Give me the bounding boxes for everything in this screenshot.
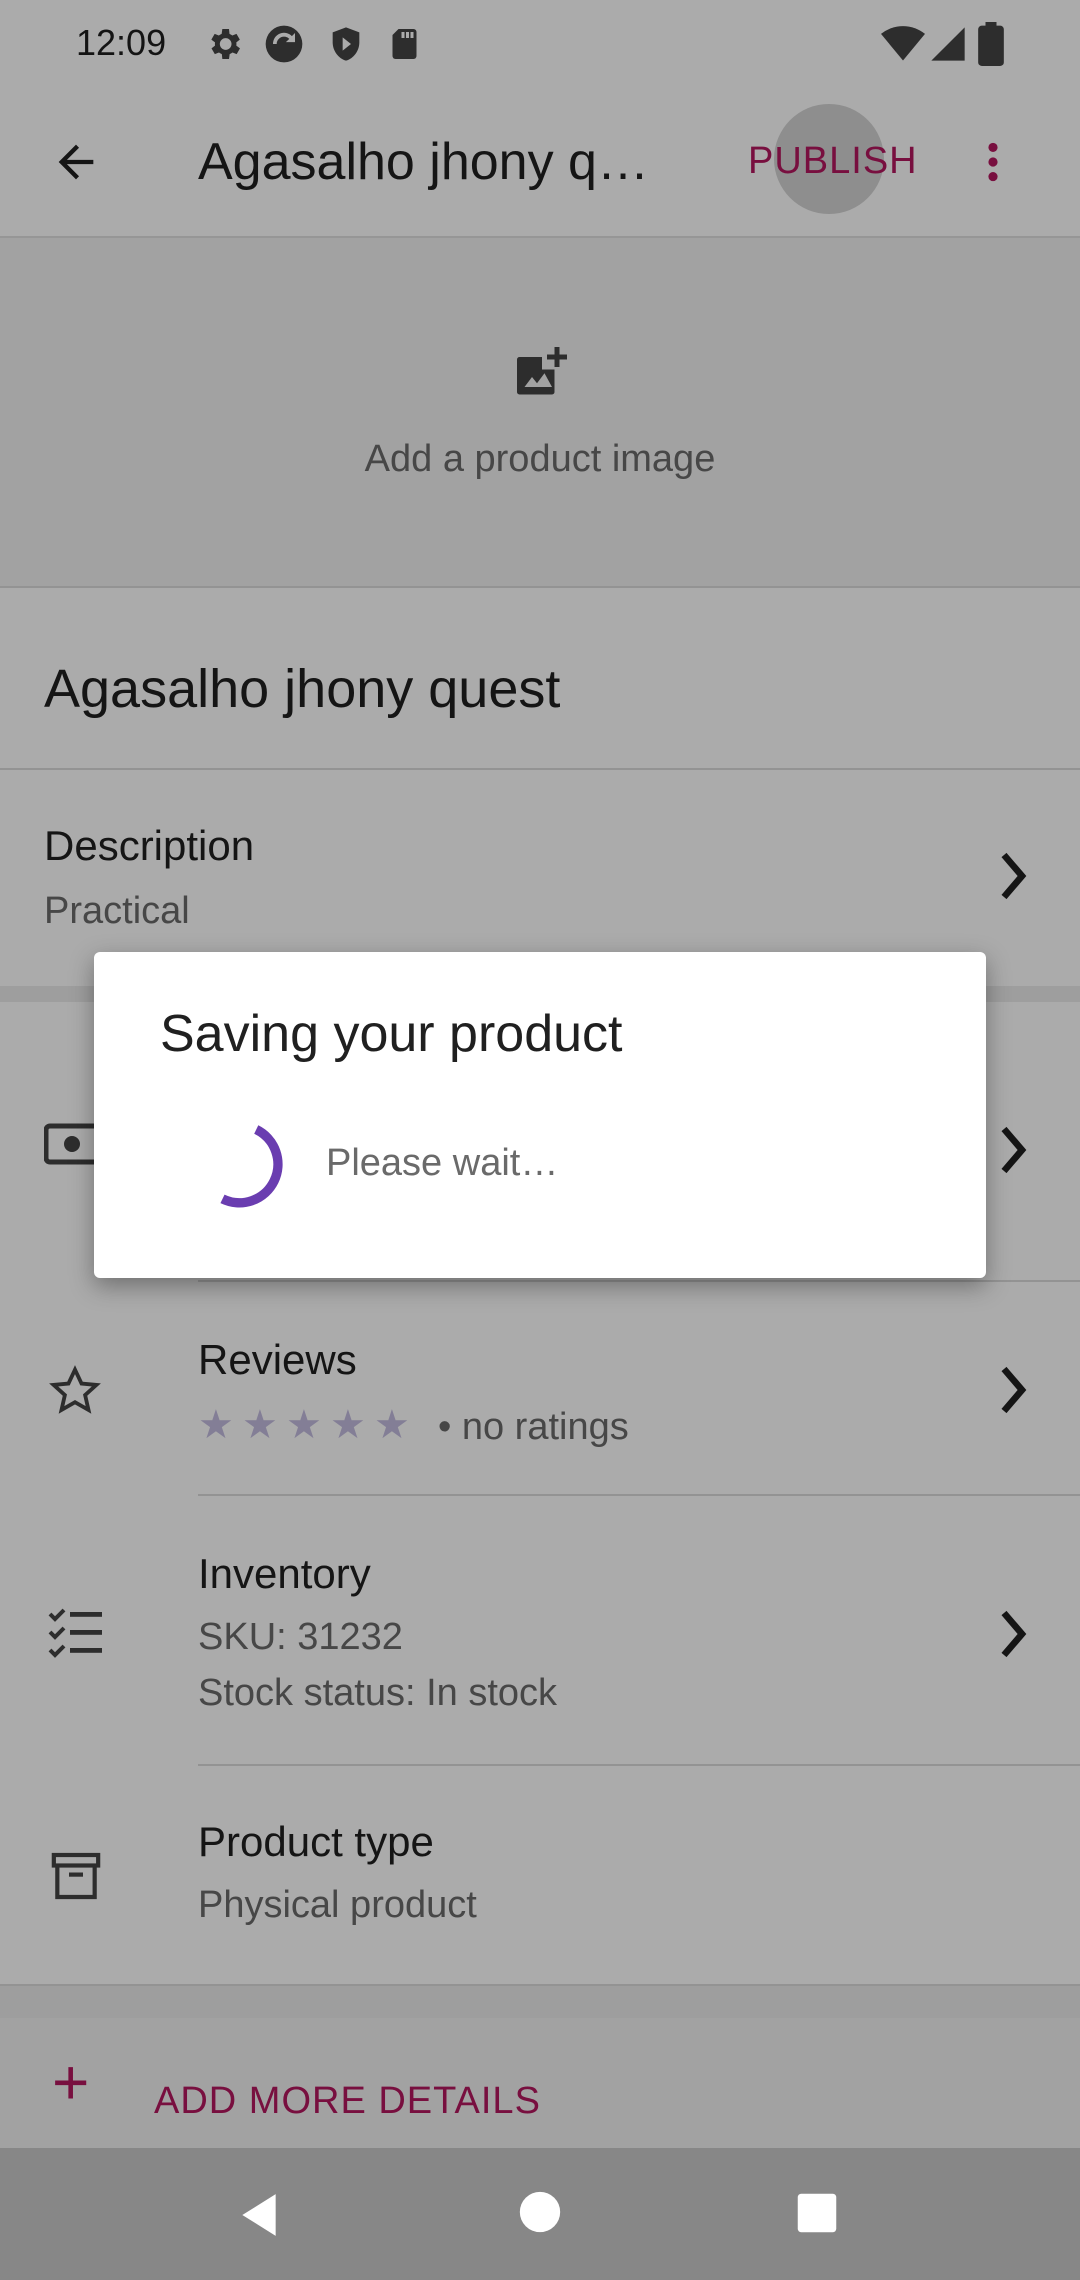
progress-spinner-icon	[220, 1125, 283, 1208]
saving-dialog: Saving your product Please wait…	[94, 952, 986, 1278]
dialog-title: Saving your product	[160, 1005, 623, 1063]
dialog-message: Please wait…	[326, 1142, 559, 1184]
nav-bar-background	[0, 2148, 1080, 2280]
